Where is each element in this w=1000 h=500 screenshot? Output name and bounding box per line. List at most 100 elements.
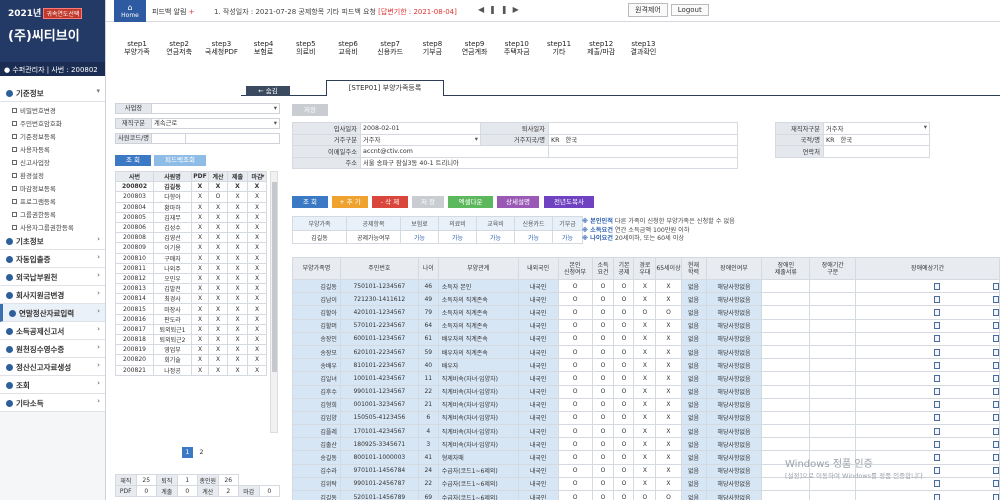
table-row[interactable]: 200802 김길동 X X X X: [115, 181, 267, 193]
name-input[interactable]: [186, 133, 280, 144]
phone-field[interactable]: [823, 145, 930, 158]
pause-icon[interactable]: ❚❚: [489, 5, 512, 14]
calendar-icon[interactable]: [933, 335, 940, 343]
table-cell[interactable]: 없음: [680, 344, 707, 360]
search-button[interactable]: 조 회: [292, 196, 328, 208]
next-icon[interactable]: ▶: [513, 5, 524, 14]
column-header[interactable]: 계산: [208, 170, 228, 183]
table-cell[interactable]: 없음: [680, 489, 707, 500]
table-cell[interactable]: [809, 371, 857, 386]
step-tab[interactable]: step1 부양가족: [113, 40, 161, 56]
nation-field[interactable]: KR 한국: [823, 133, 930, 146]
status-select[interactable]: 계속근로: [152, 118, 280, 129]
calendar-icon[interactable]: [933, 401, 940, 409]
column-header[interactable]: 65세이상: [655, 257, 682, 280]
table-cell[interactable]: 없음: [680, 424, 707, 439]
table-cell[interactable]: [761, 384, 811, 399]
calendar-icon[interactable]: [993, 454, 999, 462]
table-cell[interactable]: [855, 489, 1000, 500]
table-cell[interactable]: [855, 371, 1000, 386]
save-button[interactable]: 저 장: [412, 196, 444, 208]
table-cell[interactable]: 없음: [680, 437, 707, 452]
excel-download-button[interactable]: 엑셀다운: [448, 196, 493, 208]
table-cell[interactable]: 해당사항없음: [705, 344, 763, 360]
employee-scrollbar[interactable]: [270, 171, 278, 433]
table-cell[interactable]: [809, 305, 857, 320]
calendar-icon[interactable]: [993, 427, 999, 435]
table-row[interactable]: 김할아 420101-1234567 79 소득자의 직계존속 내국인 O O O O O 없음 해당…: [292, 305, 1000, 320]
column-header[interactable]: 사번: [115, 170, 154, 183]
calendar-icon[interactable]: [993, 388, 999, 396]
table-cell[interactable]: 없음: [680, 331, 707, 346]
table-cell[interactable]: 해당사항없음: [705, 371, 763, 386]
step-tab[interactable]: step11 기타: [535, 40, 583, 56]
hide-tab-button[interactable]: ← 숨김: [246, 86, 290, 96]
calendar-icon[interactable]: [933, 480, 940, 488]
table-row[interactable]: 김남이 721230-1411612 49 소득자의 직계존속 내국인 O O O X X 없음 해당…: [292, 292, 1000, 307]
worktype-select[interactable]: 거주자: [823, 122, 930, 135]
table-cell[interactable]: [855, 410, 1000, 426]
column-header[interactable]: 소득 요건: [591, 257, 615, 280]
step-tab[interactable]: step3 국세청PDF: [197, 40, 245, 56]
table-cell[interactable]: [855, 437, 1000, 452]
calendar-icon[interactable]: [993, 282, 999, 290]
calendar-icon[interactable]: [993, 335, 999, 343]
table-row[interactable]: 200815 마장사 X X X X: [115, 303, 267, 315]
calendar-icon[interactable]: [993, 322, 999, 330]
add-button[interactable]: + 추 가: [332, 196, 368, 208]
table-cell[interactable]: 해당사항없음: [705, 358, 763, 373]
table-cell[interactable]: [855, 278, 1000, 294]
sidebar-subitem[interactable]: 환경설정: [0, 167, 105, 180]
table-cell[interactable]: 해당사항없음: [705, 489, 763, 500]
step-tab[interactable]: step8 기부금: [408, 40, 456, 56]
column-header[interactable]: 부양관계: [437, 257, 519, 280]
table-cell[interactable]: 해당사항없음: [705, 424, 763, 439]
save-small-button[interactable]: 저장: [292, 104, 328, 116]
table-cell[interactable]: [761, 489, 811, 500]
column-header[interactable]: 현재 학력: [680, 257, 707, 280]
calendar-icon[interactable]: [933, 308, 940, 316]
sidebar-menu-item[interactable]: 조회 ›: [0, 376, 105, 394]
site-select[interactable]: [152, 103, 280, 114]
prev-icon[interactable]: ◀: [478, 5, 489, 14]
column-header[interactable]: 경로 우대: [633, 257, 657, 280]
table-cell[interactable]: 해당사항없음: [705, 384, 763, 399]
table-row[interactable]: 김입양 150505-4123456 6 직계비속(자녀·입양자) 내국인 O O O X X 없음…: [292, 410, 1000, 426]
table-cell[interactable]: 없음: [680, 305, 707, 320]
step-tab[interactable]: step2 연금저축: [155, 40, 203, 56]
calendar-icon[interactable]: [993, 348, 999, 356]
table-cell[interactable]: 해당사항없음: [705, 318, 763, 333]
table-row[interactable]: 200821 나정공 X X X X: [115, 364, 267, 376]
step-tab[interactable]: step6 교육비: [324, 40, 372, 56]
notice-text[interactable]: 1. 작성일자 : 2021-07-28 공제항목 기타 피드백 요청 [답변기…: [214, 7, 457, 17]
table-cell[interactable]: 없음: [680, 278, 707, 294]
detail-button[interactable]: 상세설명: [497, 196, 539, 208]
table-cell[interactable]: 없음: [680, 397, 707, 412]
step-tab[interactable]: step7 신용카드: [366, 40, 414, 56]
table-cell[interactable]: 없음: [680, 384, 707, 399]
table-cell[interactable]: 없음: [680, 318, 707, 333]
table-cell[interactable]: [809, 384, 857, 399]
table-cell[interactable]: 해당사항없음: [705, 305, 763, 320]
table-cell[interactable]: [809, 424, 857, 439]
table-cell[interactable]: [855, 424, 1000, 439]
table-row[interactable]: 200819 영업부 X X X X: [115, 344, 267, 356]
calendar-icon[interactable]: [933, 282, 940, 290]
sidebar-menu-item[interactable]: 회사지원금변경 ›: [0, 286, 105, 304]
table-row[interactable]: 200816 판도라 X X X X: [115, 313, 267, 325]
sidebar-menu-item[interactable]: 정산신고자료생성 ›: [0, 358, 105, 376]
table-cell[interactable]: [761, 371, 811, 386]
step-tab[interactable]: step4 보험료: [240, 40, 288, 56]
calendar-icon[interactable]: [993, 308, 999, 316]
calendar-icon[interactable]: [933, 361, 940, 369]
table-row[interactable]: 송장인 600101-1234567 61 배우자의 직계존속 내국인 O O O X X 없음 해당…: [292, 331, 1000, 346]
sidebar-subitem[interactable]: 신고사업장: [0, 154, 105, 167]
calendar-icon[interactable]: [933, 454, 940, 462]
table-cell[interactable]: 없음: [680, 292, 707, 307]
retire-date[interactable]: [548, 122, 739, 135]
sidebar-menu-item[interactable]: 기초정보 ›: [0, 232, 105, 250]
table-row[interactable]: 200805 김재무 X X X X: [115, 211, 267, 223]
calendar-icon[interactable]: [993, 295, 999, 303]
table-cell[interactable]: 해당사항없음: [705, 331, 763, 346]
calendar-icon[interactable]: [933, 440, 940, 448]
